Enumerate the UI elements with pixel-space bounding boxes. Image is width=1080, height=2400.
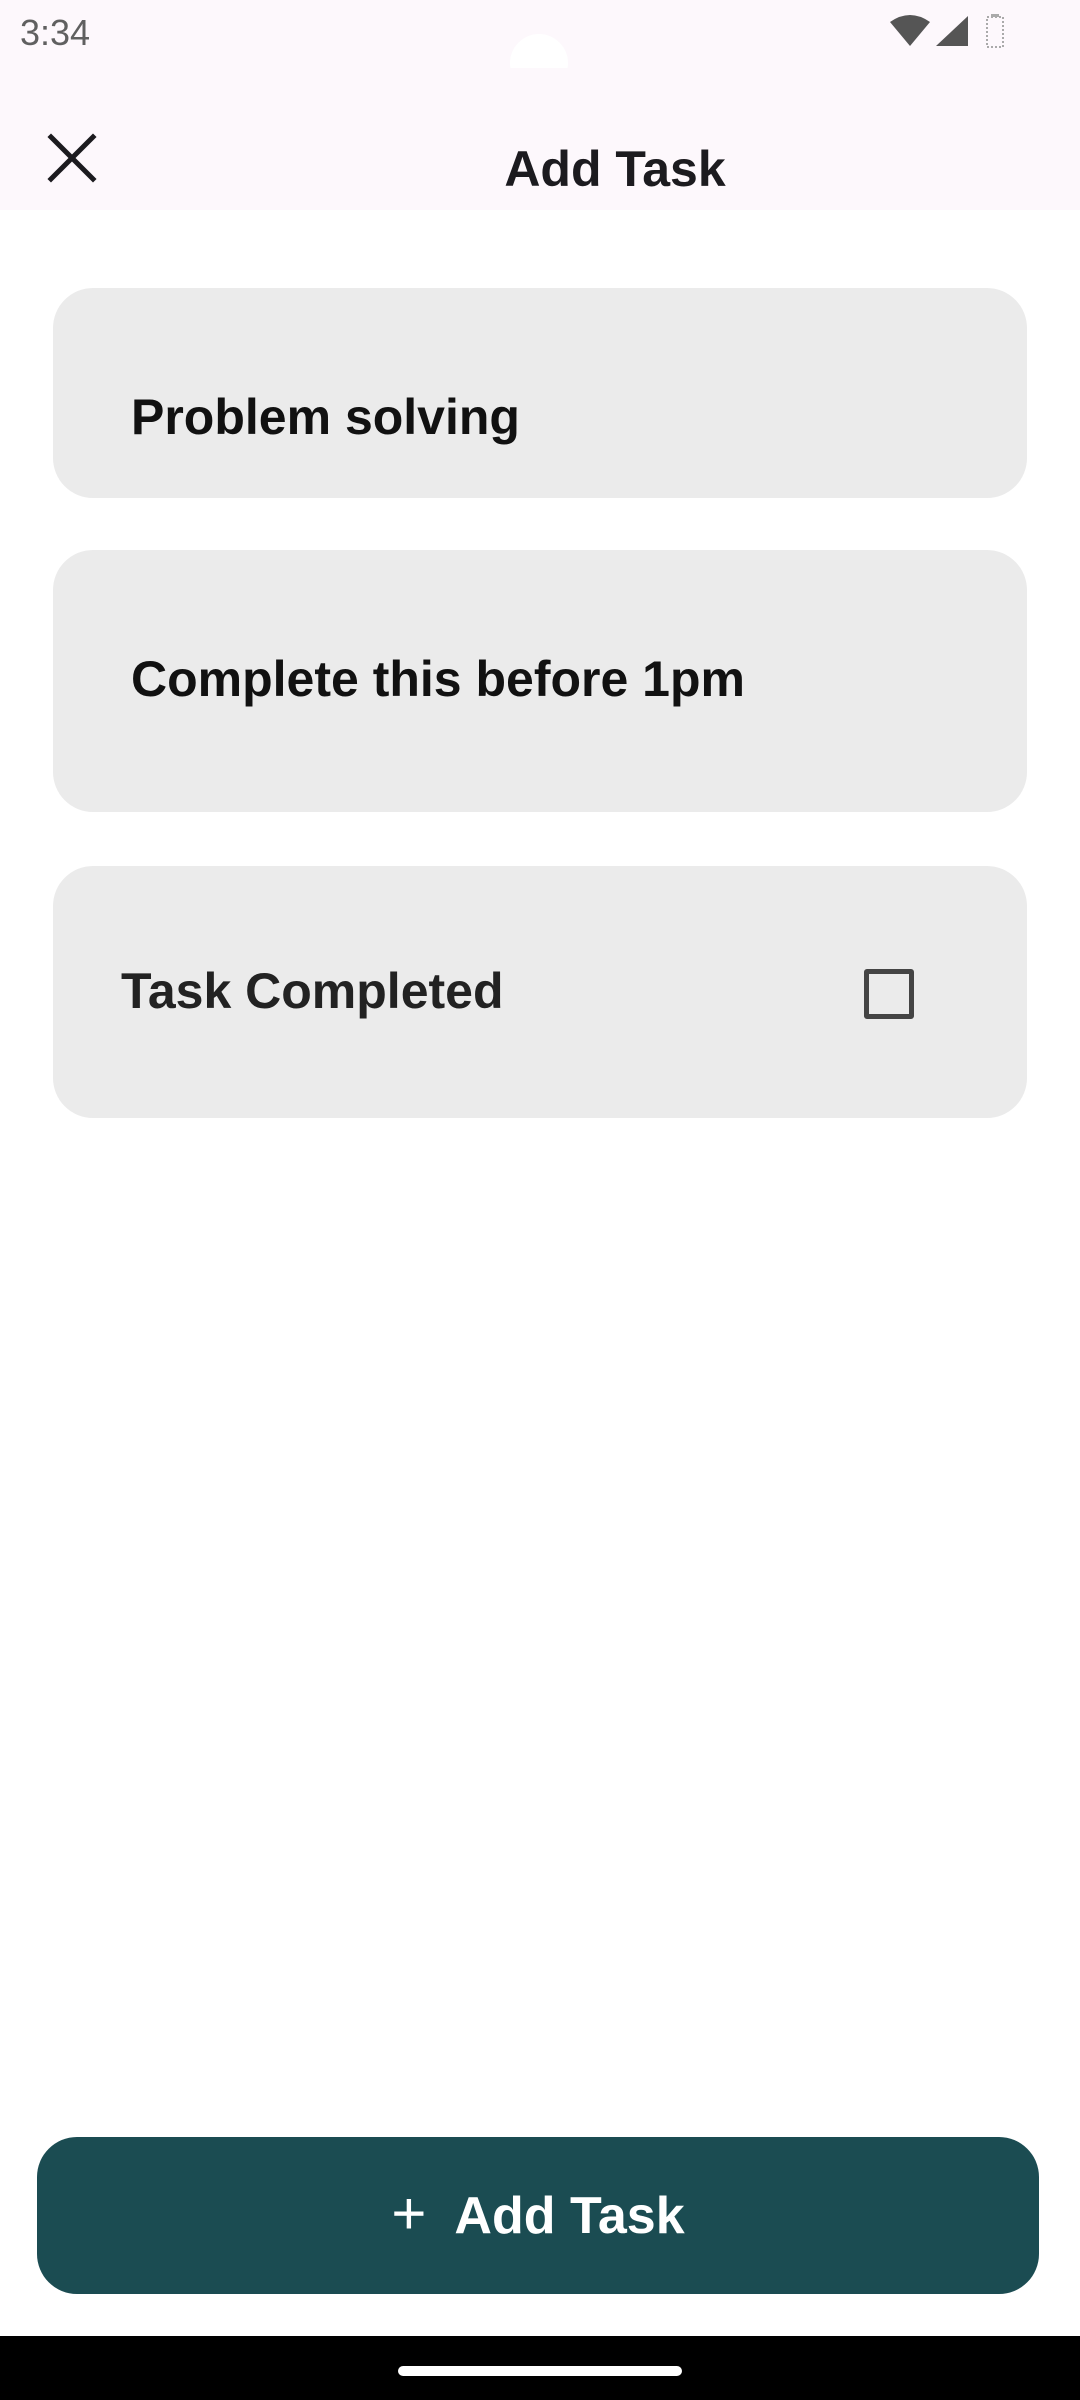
wifi-icon [888,14,932,53]
add-task-label: Add Task [454,2186,685,2245]
task-completed-row: Task Completed [53,866,1027,1118]
plus-icon: + [391,2179,427,2247]
task-completed-checkbox[interactable] [864,969,914,1019]
add-task-button[interactable]: + Add Task [37,2137,1039,2294]
top-app-bar: Add Task [0,68,1080,210]
battery-icon [986,14,1006,53]
status-time: 3:34 [20,12,91,53]
task-description-field[interactable]: Complete this before 1pm [53,550,1027,812]
task-title-value: Problem solving [131,389,520,445]
task-title-field[interactable]: Problem solving [53,288,1027,498]
task-description-value: Complete this before 1pm [131,651,745,707]
navigation-bar [0,2336,1080,2400]
status-bar: 3:34 [0,0,1080,92]
home-indicator[interactable] [398,2366,682,2376]
task-completed-label: Task Completed [121,963,504,1019]
signal-icon [934,14,970,53]
page-title: Add Task [504,141,726,197]
